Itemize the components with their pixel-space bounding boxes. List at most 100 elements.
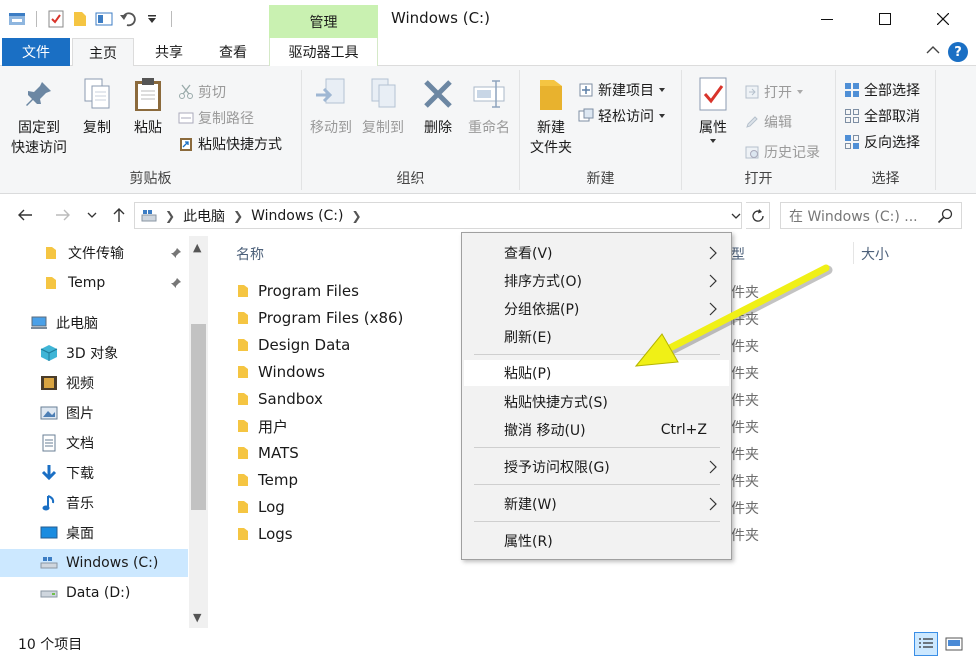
menu-item-paste-shortcut[interactable]: 粘贴快捷方式(S): [464, 389, 729, 415]
properties-icon[interactable]: [45, 8, 67, 30]
open-button[interactable]: 打开: [744, 80, 804, 104]
breadcrumb-windows-c[interactable]: Windows (C:): [247, 208, 347, 224]
menu-item-sort-by[interactable]: 排序方式(O): [464, 268, 729, 294]
file-row[interactable]: Windows: [236, 359, 325, 385]
new-item-button[interactable]: 新建项目: [578, 78, 666, 102]
nav-item-data-d[interactable]: Data (D:): [0, 579, 188, 607]
nav-item-desktop[interactable]: 桌面: [0, 519, 188, 547]
delete-button[interactable]: 删除: [418, 72, 458, 138]
recent-locations-button[interactable]: [84, 204, 100, 226]
pin-to-quick-access-button[interactable]: 固定到 快速访问: [6, 72, 72, 158]
move-to-button[interactable]: 移动到: [304, 72, 358, 138]
nav-item-windows-c[interactable]: Windows (C:): [0, 549, 188, 577]
history-button[interactable]: 历史记录: [744, 140, 820, 164]
address-history-dropdown[interactable]: [726, 202, 746, 229]
cut-button[interactable]: 剪切: [178, 80, 226, 104]
customize-qat-dropdown-icon[interactable]: [141, 8, 163, 30]
nav-item-temp[interactable]: Temp: [0, 269, 188, 297]
column-header-name[interactable]: 名称: [236, 244, 264, 264]
new-folder-icon[interactable]: [69, 8, 91, 30]
nav-item-videos[interactable]: 视频: [0, 369, 188, 397]
tab-share[interactable]: 共享: [140, 38, 198, 66]
paste-shortcut-button[interactable]: 粘贴快捷方式: [178, 132, 282, 156]
nav-item-pictures[interactable]: 图片: [0, 399, 188, 427]
up-button[interactable]: [108, 204, 130, 226]
menu-item-new[interactable]: 新建(W): [464, 491, 729, 517]
tab-view[interactable]: 查看: [204, 38, 262, 66]
chevron-down-icon: [87, 212, 97, 218]
tab-drive-tools[interactable]: 驱动器工具: [269, 38, 378, 66]
new-folder-button[interactable]: 新建 文件夹: [524, 72, 578, 158]
menu-item-properties[interactable]: 属性(R): [464, 528, 729, 554]
scroll-down-arrow-icon[interactable]: ▼: [193, 611, 201, 624]
collapse-ribbon-button[interactable]: [926, 44, 940, 56]
menu-item-refresh[interactable]: 刷新(E): [464, 324, 729, 350]
select-none-button[interactable]: 全部取消: [844, 104, 920, 128]
file-row[interactable]: Program Files (x86): [236, 305, 403, 331]
refresh-button[interactable]: [746, 202, 770, 229]
copy-to-button[interactable]: 复制到: [356, 72, 410, 138]
breadcrumb-this-pc[interactable]: 此电脑: [179, 206, 229, 226]
column-divider[interactable]: [853, 242, 854, 264]
scrollbar-thumb[interactable]: [191, 324, 206, 510]
details-view-button[interactable]: [914, 632, 938, 656]
nav-item-music[interactable]: 音乐: [0, 489, 188, 517]
large-icons-view-button[interactable]: [942, 632, 966, 656]
file-row[interactable]: Log: [236, 494, 285, 520]
column-header-type[interactable]: 型: [731, 244, 745, 264]
menu-item-view[interactable]: 查看(V): [464, 240, 729, 266]
undo-icon[interactable]: [117, 8, 139, 30]
breadcrumb-separator-icon[interactable]: ❯: [229, 209, 247, 223]
column-header-size[interactable]: 大小: [861, 244, 889, 264]
file-row[interactable]: Logs: [236, 521, 293, 547]
file-row[interactable]: 用户: [236, 413, 288, 439]
breadcrumb-separator-icon[interactable]: ❯: [348, 209, 366, 223]
file-row[interactable]: Sandbox: [236, 386, 323, 412]
nav-item-file-transfer[interactable]: 文件传输: [0, 239, 188, 267]
edit-button[interactable]: 编辑: [744, 110, 792, 134]
tab-home[interactable]: 主页: [72, 38, 134, 67]
file-row[interactable]: Design Data: [236, 332, 350, 358]
tab-file[interactable]: 文件: [2, 38, 70, 66]
menu-item-undo-move[interactable]: 撤消 移动(U) Ctrl+Z: [464, 417, 729, 443]
nav-item-documents[interactable]: 文档: [0, 429, 188, 457]
forward-button[interactable]: [52, 204, 74, 226]
file-row[interactable]: MATS: [236, 440, 299, 466]
paste-button[interactable]: 粘贴: [126, 72, 170, 138]
nav-pane-scrollbar[interactable]: ▲ ▼: [189, 236, 208, 628]
rename-icon[interactable]: [93, 8, 115, 30]
folder-icon: [236, 311, 250, 325]
copy-path-button[interactable]: 复制路径: [178, 106, 254, 130]
maximize-button[interactable]: [856, 0, 914, 38]
file-row[interactable]: Temp: [236, 467, 298, 493]
help-button[interactable]: ?: [948, 42, 968, 62]
folder-icon: [236, 419, 250, 433]
scroll-up-arrow-icon[interactable]: ▲: [193, 241, 201, 254]
search-input[interactable]: 在 Windows (C:) ...: [789, 206, 918, 226]
explorer-app-icon[interactable]: [6, 8, 28, 30]
close-button[interactable]: [914, 0, 972, 38]
search-box[interactable]: 在 Windows (C:) ...: [780, 202, 962, 229]
copy-button[interactable]: 复制: [76, 72, 118, 138]
menu-item-paste[interactable]: 粘贴(P): [464, 360, 729, 386]
menu-item-group-by[interactable]: 分组依据(P): [464, 296, 729, 322]
breadcrumb-separator-icon[interactable]: ❯: [161, 209, 179, 223]
invert-selection-button[interactable]: 反向选择: [844, 130, 920, 154]
pin-icon[interactable]: [170, 277, 182, 289]
address-bar[interactable]: ❯ 此电脑 ❯ Windows (C:) ❯: [134, 202, 742, 229]
nav-item-3d-objects[interactable]: 3D 对象: [0, 339, 188, 367]
submenu-chevron-icon: [709, 497, 717, 511]
nav-item-downloads[interactable]: 下载: [0, 459, 188, 487]
properties-button[interactable]: 属性: [688, 72, 738, 144]
pin-icon[interactable]: [170, 247, 182, 259]
nav-item-this-pc[interactable]: 此电脑: [0, 309, 188, 337]
back-button[interactable]: [14, 204, 36, 226]
easy-access-button[interactable]: 轻松访问: [578, 104, 666, 128]
minimize-button[interactable]: [798, 0, 856, 38]
select-all-button[interactable]: 全部选择: [844, 78, 920, 102]
rename-button[interactable]: 重命名: [462, 72, 516, 138]
file-row[interactable]: Program Files: [236, 278, 359, 304]
search-icon[interactable]: [937, 208, 953, 224]
edit-pencil-icon: [746, 116, 758, 128]
menu-item-grant-access[interactable]: 授予访问权限(G): [464, 454, 729, 480]
